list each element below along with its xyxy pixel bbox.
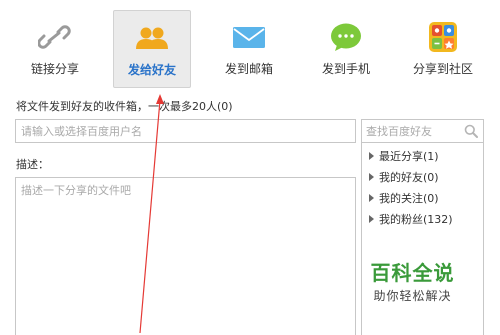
recipient-limit-hint: 将文件发到好友的收件箱，一次最多20人(0) bbox=[16, 100, 233, 113]
watermark: 百科全说 助你轻松解决 bbox=[365, 262, 460, 304]
search-icon[interactable] bbox=[464, 124, 478, 138]
friend-group-label: 我的关注(0) bbox=[379, 192, 439, 205]
tab-label: 发到手机 bbox=[321, 62, 370, 76]
expand-arrow-icon bbox=[369, 173, 374, 181]
friend-search-box[interactable] bbox=[361, 119, 484, 143]
friend-group-list: 最近分享(1) 我的好友(0) 我的关注(0) 我的粉丝(132) bbox=[361, 143, 484, 335]
friend-group-recent[interactable]: 最近分享(1) bbox=[369, 148, 439, 164]
friend-group-friends[interactable]: 我的好友(0) bbox=[369, 169, 439, 185]
chat-bubble-icon bbox=[331, 23, 361, 51]
share-method-tabs: 链接分享 发给好友 发到邮箱 发到手机 分享到社区 bbox=[0, 0, 500, 92]
expand-arrow-icon bbox=[369, 215, 374, 223]
tab-send-to-friends[interactable]: 发给好友 bbox=[113, 10, 191, 88]
community-icon bbox=[429, 22, 457, 52]
expand-arrow-icon bbox=[369, 194, 374, 202]
watermark-subtitle: 助你轻松解决 bbox=[373, 289, 452, 303]
friends-icon bbox=[136, 27, 168, 49]
friend-group-following[interactable]: 我的关注(0) bbox=[369, 190, 439, 206]
tab-label: 发到邮箱 bbox=[224, 62, 273, 76]
friend-group-followers[interactable]: 我的粉丝(132) bbox=[369, 211, 453, 227]
friend-group-label: 我的粉丝(132) bbox=[379, 213, 453, 226]
friend-group-label: 最近分享(1) bbox=[379, 150, 439, 163]
tab-share-to-community[interactable]: 分享到社区 bbox=[404, 10, 482, 88]
mail-icon bbox=[233, 27, 265, 48]
description-label: 描述： bbox=[16, 158, 49, 171]
expand-arrow-icon bbox=[369, 152, 374, 160]
tab-link-share[interactable]: 链接分享 bbox=[16, 10, 94, 88]
link-icon bbox=[38, 25, 71, 49]
tab-label: 发给好友 bbox=[127, 63, 176, 77]
description-textarea[interactable] bbox=[15, 177, 356, 335]
tab-label: 分享到社区 bbox=[412, 62, 473, 76]
friend-search-input[interactable] bbox=[362, 120, 462, 143]
share-dialog: 链接分享 发给好友 发到邮箱 发到手机 分享到社区 将文件发到好友的收件箱，一次… bbox=[0, 0, 500, 335]
watermark-title: 百科全说 bbox=[370, 261, 455, 285]
tab-send-to-phone[interactable]: 发到手机 bbox=[307, 10, 385, 88]
recipient-input[interactable] bbox=[15, 119, 356, 143]
tab-send-to-email[interactable]: 发到邮箱 bbox=[210, 10, 288, 88]
tab-label: 链接分享 bbox=[30, 62, 79, 76]
friend-group-label: 我的好友(0) bbox=[379, 171, 439, 184]
